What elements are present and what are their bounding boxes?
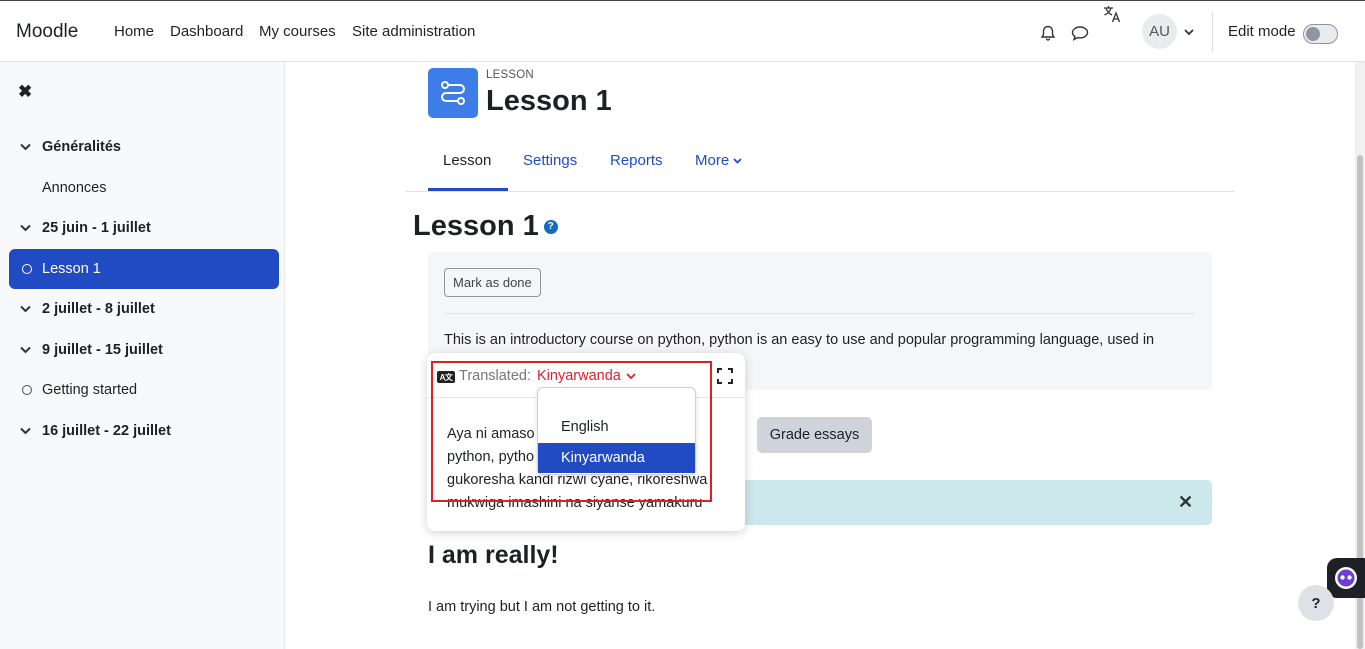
- chevron-down-icon[interactable]: [9, 143, 42, 151]
- language-option-english[interactable]: English: [538, 412, 695, 442]
- grade-essays-button[interactable]: Grade essays: [757, 417, 872, 453]
- page-subheading: I am really!: [428, 541, 559, 569]
- activity-circle-icon: [22, 264, 32, 274]
- mark-as-done-button[interactable]: Mark as done: [444, 268, 541, 297]
- selected-language: Kinyarwanda: [537, 368, 621, 384]
- sidebar-section-25-juin[interactable]: 25 juin - 1 juillet: [9, 208, 279, 248]
- nav-dashboard[interactable]: Dashboard: [170, 23, 243, 40]
- chevron-down-icon[interactable]: [9, 346, 42, 354]
- chevron-down-icon: [733, 157, 742, 164]
- secondary-navigation: Lesson Settings Reports More: [405, 140, 1235, 192]
- sidebar-section-16-juillet[interactable]: 16 juillet - 22 juillet: [9, 411, 279, 451]
- lesson-heading: Lesson 1 ?: [413, 210, 558, 243]
- chevron-down-icon[interactable]: [9, 305, 42, 313]
- sidebar-item-label: Getting started: [42, 382, 138, 398]
- translation-badge-icon: A文: [437, 371, 455, 383]
- edit-mode-label: Edit mode: [1228, 23, 1296, 40]
- nav-my-courses[interactable]: My courses: [259, 23, 336, 40]
- lesson-heading-text: Lesson 1: [413, 210, 539, 242]
- nav-home[interactable]: Home: [114, 23, 154, 40]
- chat-bubble-icon[interactable]: [1069, 23, 1091, 43]
- nav-site-administration[interactable]: Site administration: [352, 23, 475, 40]
- sidebar-section-generalites[interactable]: Généralités: [9, 127, 279, 167]
- translate-icon[interactable]: [1101, 4, 1123, 24]
- chevron-down-icon[interactable]: [9, 427, 42, 435]
- translated-label: Translated:: [459, 368, 531, 384]
- sidebar-item-label: 9 juillet - 15 juillet: [42, 342, 163, 358]
- sidebar-item-label: 25 juin - 1 juillet: [42, 220, 151, 236]
- divider: [444, 313, 1195, 314]
- lesson-activity-icon: [428, 68, 478, 118]
- activity-circle-icon: [22, 385, 32, 395]
- assistant-widget[interactable]: [1327, 558, 1365, 598]
- edit-mode-toggle[interactable]: [1303, 24, 1338, 44]
- robot-face-icon: [1335, 567, 1357, 589]
- language-dropdown: English Kinyarwanda: [537, 387, 696, 475]
- tab-more-label: More: [695, 152, 730, 169]
- page-title: Lesson 1: [486, 85, 612, 117]
- page-paragraph: I am trying but I am not getting to it.: [428, 599, 656, 615]
- help-button[interactable]: ?: [1298, 585, 1334, 621]
- activity-type-label: LESSON: [486, 69, 534, 81]
- help-icon[interactable]: ?: [543, 219, 558, 234]
- bell-icon[interactable]: [1038, 23, 1058, 43]
- sidebar-item-label: 16 juillet - 22 juillet: [42, 423, 171, 439]
- sidebar-item-label: Généralités: [42, 139, 121, 155]
- language-option-kinyarwanda[interactable]: Kinyarwanda: [538, 443, 695, 473]
- chevron-down-icon[interactable]: [9, 224, 42, 232]
- navbar-divider: [1212, 11, 1213, 53]
- sidebar-section-9-juillet[interactable]: 9 juillet - 15 juillet: [9, 330, 279, 370]
- sidebar-item-lesson-1[interactable]: Lesson 1: [9, 249, 279, 289]
- tab-lesson[interactable]: Lesson: [443, 152, 491, 169]
- active-tab-indicator: [428, 188, 508, 191]
- chevron-down-icon[interactable]: [1183, 25, 1195, 39]
- sidebar-item-label: Lesson 1: [42, 261, 101, 277]
- close-icon[interactable]: ✕: [1178, 492, 1193, 513]
- close-drawer-icon[interactable]: ✖: [18, 82, 32, 102]
- site-brand[interactable]: Moodle: [16, 21, 78, 43]
- chevron-down-icon: [626, 372, 636, 379]
- sidebar-item-label: Annonces: [42, 180, 107, 196]
- intro-text: This is an introductory course on python…: [444, 332, 1155, 348]
- language-selector[interactable]: Kinyarwanda: [537, 368, 636, 384]
- avatar[interactable]: AU: [1142, 14, 1177, 49]
- tab-more[interactable]: More: [695, 152, 742, 169]
- toggle-knob: [1306, 27, 1320, 41]
- tab-settings[interactable]: Settings: [523, 152, 577, 169]
- sidebar-item-annonces[interactable]: Annonces: [9, 168, 279, 208]
- tab-reports[interactable]: Reports: [610, 152, 663, 169]
- sidebar-item-label: 2 juillet - 8 juillet: [42, 301, 155, 317]
- fullscreen-icon[interactable]: [717, 368, 733, 389]
- translated-line: mukwiga imashini na siyanse yamakuru: [447, 495, 703, 511]
- sidebar-item-getting-started[interactable]: Getting started: [9, 370, 279, 410]
- sidebar-section-2-juillet[interactable]: 2 juillet - 8 juillet: [9, 289, 279, 329]
- top-navbar: Moodle Home Dashboard My courses Site ad…: [0, 0, 1365, 62]
